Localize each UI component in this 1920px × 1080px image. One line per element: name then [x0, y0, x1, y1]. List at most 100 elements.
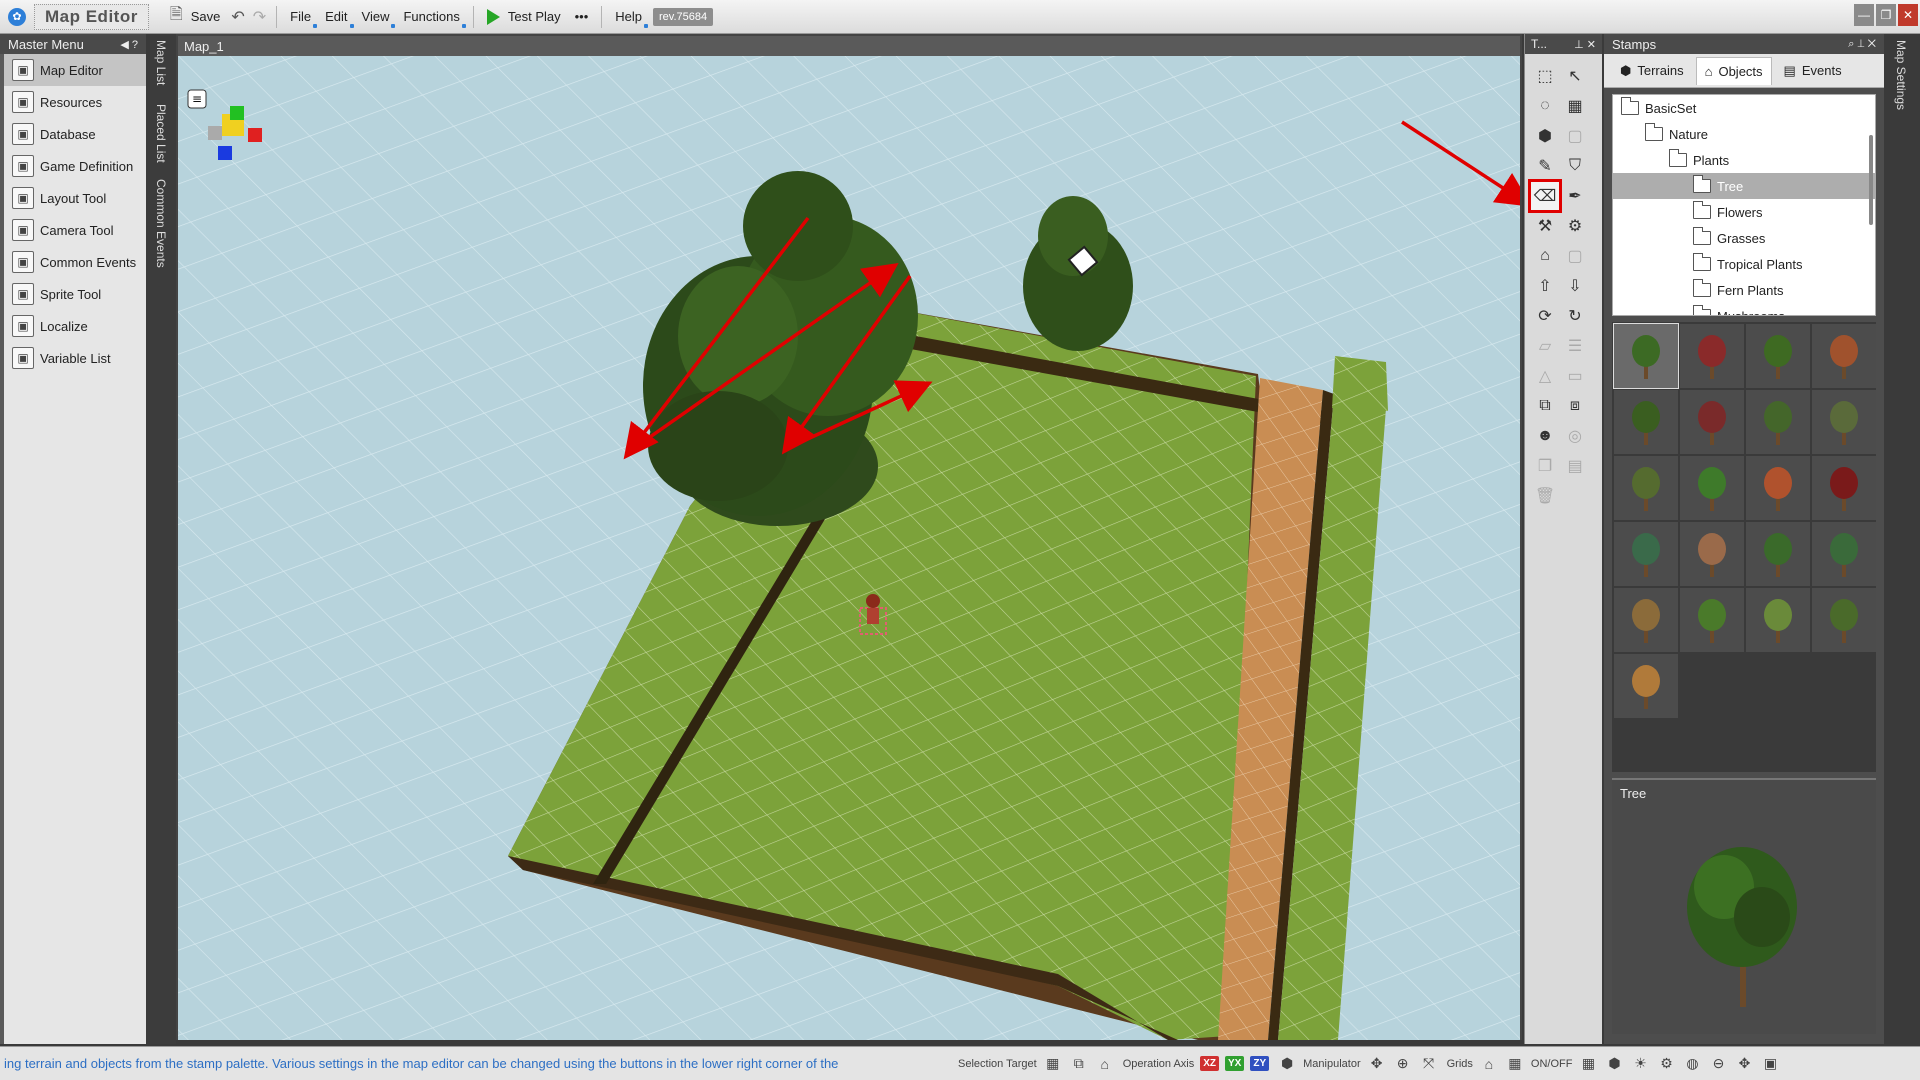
- stamp-thumbnail[interactable]: [1680, 522, 1744, 586]
- stamp-thumbnail[interactable]: [1746, 522, 1810, 586]
- stamp-thumbnail[interactable]: [1812, 588, 1876, 652]
- sidebar-item-map-editor[interactable]: ▣ Map Editor: [4, 54, 146, 86]
- scale-gizmo-icon[interactable]: ⤧: [1419, 1054, 1439, 1074]
- sidebar-item-common-events[interactable]: ▣ Common Events: [4, 246, 146, 278]
- select-object-icon[interactable]: ⧉: [1069, 1054, 1089, 1074]
- stamp-thumbnail[interactable]: [1812, 456, 1876, 520]
- stamp-thumbnail[interactable]: [1746, 456, 1810, 520]
- map-viewport[interactable]: Map_1 ≡: [176, 34, 1522, 1040]
- grid-toggle-icon[interactable]: ▦: [1505, 1054, 1525, 1074]
- grid-settings-icon[interactable]: ▦: [1578, 1054, 1598, 1074]
- more-button[interactable]: •••: [568, 7, 596, 26]
- tab-objects[interactable]: ⌂ Objects: [1695, 56, 1772, 85]
- stamp-thumbnail[interactable]: [1614, 522, 1678, 586]
- stamp-thumbnail[interactable]: [1614, 654, 1678, 718]
- save-button[interactable]: 🗎 Save: [159, 1, 228, 32]
- test-play-button[interactable]: Test Play: [480, 7, 568, 27]
- tab-placed-list[interactable]: Placed List: [154, 104, 168, 163]
- character-icon[interactable]: ☻: [1531, 422, 1559, 450]
- tree-item[interactable]: Grasses: [1613, 225, 1875, 251]
- eyedropper-icon[interactable]: ✒: [1561, 182, 1589, 210]
- pointer-icon[interactable]: ↖: [1561, 62, 1589, 90]
- lower-icon[interactable]: ⇩: [1561, 272, 1589, 300]
- stamp-icon[interactable]: ⚒: [1531, 212, 1559, 240]
- move-icon[interactable]: ✥: [1734, 1054, 1754, 1074]
- tab-terrains[interactable]: ⬢ Terrains: [1612, 57, 1692, 85]
- menu-view[interactable]: View: [355, 7, 397, 28]
- copy-icon[interactable]: ⧉: [1531, 392, 1559, 420]
- stamp-thumbnail[interactable]: [1613, 323, 1679, 389]
- stamp-thumbnail[interactable]: [1680, 588, 1744, 652]
- select-event-icon[interactable]: ⌂: [1095, 1054, 1115, 1074]
- pencil-icon[interactable]: ✎: [1531, 152, 1559, 180]
- tab-events[interactable]: ▤ Events: [1776, 57, 1850, 85]
- grid-select-icon[interactable]: ▦: [1561, 92, 1589, 120]
- rotate-axis-icon[interactable]: ↻: [1561, 302, 1589, 330]
- stamp-thumbnail[interactable]: [1614, 390, 1678, 454]
- tree-item[interactable]: Tree: [1613, 173, 1875, 199]
- stamp-thumbnail[interactable]: [1746, 390, 1810, 454]
- paste-icon[interactable]: ⧈: [1561, 392, 1589, 420]
- axis-xz-button[interactable]: XZ: [1200, 1056, 1220, 1071]
- sidebar-item-localize[interactable]: ▣ Localize: [4, 310, 146, 342]
- sidebar-item-sprite-tool[interactable]: ▣ Sprite Tool: [4, 278, 146, 310]
- stamp-thumbnail[interactable]: [1812, 390, 1876, 454]
- bucket-icon[interactable]: ⛉: [1561, 152, 1589, 180]
- house-icon[interactable]: ⌂: [1531, 242, 1559, 270]
- redo-icon[interactable]: ↷: [249, 7, 270, 27]
- pin-close-icon[interactable]: ⊥ ✕: [1574, 38, 1596, 51]
- sidebar-item-camera-tool[interactable]: ▣ Camera Tool: [4, 214, 146, 246]
- globe-icon[interactable]: ◍: [1682, 1054, 1702, 1074]
- tree-item[interactable]: Mushrooms: [1613, 303, 1875, 315]
- menu-functions[interactable]: Functions: [396, 7, 466, 28]
- grid-home-icon[interactable]: ⌂: [1479, 1054, 1499, 1074]
- close-icon[interactable]: ✕: [1898, 4, 1918, 26]
- cylinder-icon[interactable]: ⊖: [1708, 1054, 1728, 1074]
- map-scene[interactable]: ≡: [178, 56, 1520, 1040]
- stamp-thumbnail[interactable]: [1812, 522, 1876, 586]
- move-gizmo-icon[interactable]: ✥: [1367, 1054, 1387, 1074]
- tab-common-events[interactable]: Common Events: [154, 179, 168, 268]
- undo-icon[interactable]: ↶: [227, 7, 248, 27]
- light-icon[interactable]: ☀: [1630, 1054, 1650, 1074]
- tree-item[interactable]: Tropical Plants: [1613, 251, 1875, 277]
- stamp-thumbnail[interactable]: [1746, 324, 1810, 388]
- settings-icon[interactable]: ⚙: [1656, 1054, 1676, 1074]
- axis-zy-button[interactable]: ZY: [1250, 1056, 1270, 1071]
- restore-icon[interactable]: ❐: [1876, 4, 1896, 26]
- stamp-thumbnail[interactable]: [1614, 456, 1678, 520]
- eraser-icon[interactable]: ⌫: [1528, 179, 1562, 213]
- sidebar-item-game-definition[interactable]: ▣ Game Definition: [4, 150, 146, 182]
- cube-icon[interactable]: ⬢: [1531, 122, 1559, 150]
- stamp-thumbnail[interactable]: [1680, 456, 1744, 520]
- rect-select-icon[interactable]: ⬚: [1531, 62, 1559, 90]
- collapse-icon[interactable]: ◀ ?: [120, 38, 138, 51]
- stamp-thumbnail[interactable]: [1812, 324, 1876, 388]
- tree-item[interactable]: Flowers: [1613, 199, 1875, 225]
- tab-map-list[interactable]: Map List: [154, 40, 168, 85]
- tree-item[interactable]: Fern Plants: [1613, 277, 1875, 303]
- stamp-thumbnail[interactable]: [1680, 390, 1744, 454]
- brush-icon[interactable]: ⚙: [1561, 212, 1589, 240]
- tree-item[interactable]: Nature: [1613, 121, 1875, 147]
- search-icon[interactable]: ⌕ ⊥ ✕: [1848, 38, 1876, 51]
- menu-edit[interactable]: Edit: [318, 7, 354, 28]
- minimize-icon[interactable]: —: [1854, 4, 1874, 26]
- lasso-icon[interactable]: ◌: [1531, 92, 1559, 120]
- tab-map-settings[interactable]: Map Settings: [1894, 40, 1908, 110]
- tree-item[interactable]: Plants: [1613, 147, 1875, 173]
- sidebar-item-database[interactable]: ▣ Database: [4, 118, 146, 150]
- stamp-thumbnail[interactable]: [1614, 588, 1678, 652]
- sidebar-item-variable-list[interactable]: ▣ Variable List: [4, 342, 146, 374]
- stamp-category-tree[interactable]: BasicSet Nature Plants Tree Flowers Grasses Tr…: [1612, 94, 1876, 316]
- viewport-tab[interactable]: Map_1: [178, 36, 1520, 56]
- stamp-thumbnail[interactable]: [1746, 588, 1810, 652]
- menu-help[interactable]: Help: [608, 7, 649, 28]
- menu-file[interactable]: File: [283, 7, 318, 28]
- rotate-gizmo-icon[interactable]: ⊕: [1393, 1054, 1413, 1074]
- axis-yx-button[interactable]: YX: [1225, 1056, 1245, 1071]
- raise-icon[interactable]: ⇧: [1531, 272, 1559, 300]
- select-grid-icon[interactable]: ▦: [1043, 1054, 1063, 1074]
- tree-scrollbar[interactable]: [1869, 135, 1873, 225]
- view-3d-icon[interactable]: ⬢: [1604, 1054, 1624, 1074]
